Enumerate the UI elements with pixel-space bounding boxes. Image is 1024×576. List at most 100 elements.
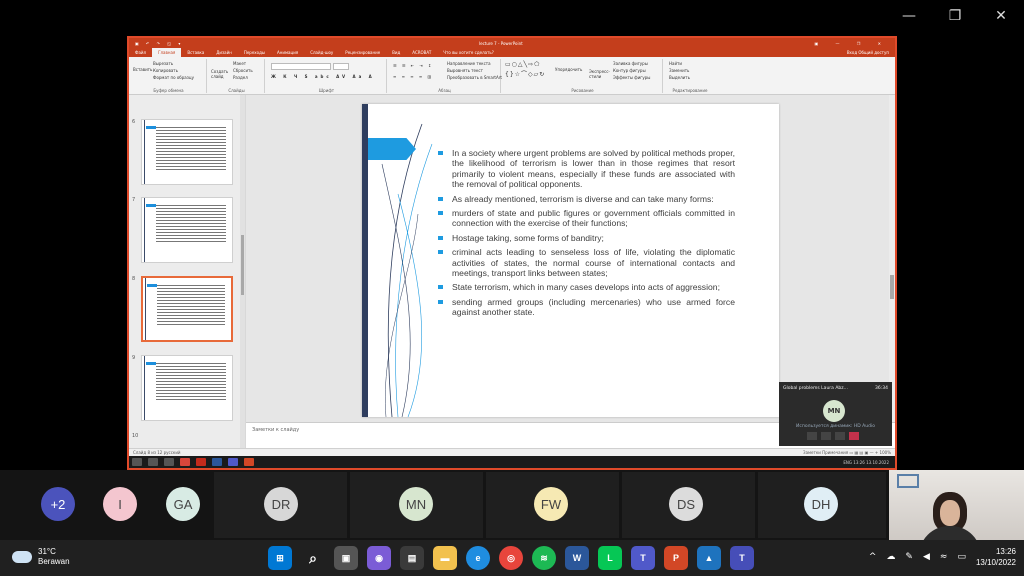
replace-button[interactable]: Заменить [669, 68, 689, 73]
teams-chat-icon[interactable]: ◉ [367, 546, 391, 570]
participant-avatar[interactable]: GA [166, 487, 200, 521]
bullet-item: sending armed groups (including mercenar… [436, 297, 735, 318]
weather-widget[interactable]: 31°C Berawan [12, 547, 70, 567]
tab-acrobat[interactable]: ACROBAT [406, 48, 437, 57]
shape-outline-button[interactable]: Контур фигуры [613, 68, 646, 73]
smartart-button[interactable]: Преобразовать в SmartArt [447, 75, 502, 80]
chrome-icon[interactable]: ◎ [499, 546, 523, 570]
participant-avatar[interactable]: MN [399, 487, 433, 521]
share-icon[interactable] [835, 432, 845, 440]
participant-avatar[interactable]: FW [534, 487, 568, 521]
shapes-gallery-row2[interactable]: {}☆⌒◇▱↻ [505, 69, 545, 78]
wifi-icon[interactable]: ≈ [940, 552, 948, 562]
spotify-icon[interactable]: ≋ [532, 546, 556, 570]
participant-avatar[interactable]: I [103, 487, 137, 521]
avatar: MN [823, 400, 845, 422]
photos-icon[interactable]: ▲ [697, 546, 721, 570]
chevron-up-icon[interactable]: ^ [869, 552, 877, 562]
format-painter-button[interactable]: Формат по образцу [153, 75, 194, 80]
word-icon[interactable]: W [565, 546, 589, 570]
slide-thumbnail-8-active[interactable] [141, 276, 233, 342]
teams-icon[interactable]: T [631, 546, 655, 570]
teams-active-icon[interactable]: T [730, 546, 754, 570]
section-button[interactable]: Раздел [233, 75, 248, 80]
account-share[interactable]: Вход Общий доступ [841, 48, 895, 57]
find-button[interactable]: Найти [669, 61, 682, 66]
tab-insert[interactable]: Вставка [181, 48, 210, 57]
hang-up-icon[interactable] [849, 432, 859, 440]
search-icon[interactable]: ⌕ [301, 546, 325, 570]
list-buttons[interactable]: ☰ ☰ ⇤ ⇥ ↕ [393, 63, 433, 68]
shared-search-icon [148, 458, 158, 466]
mic-icon[interactable] [821, 432, 831, 440]
select-button[interactable]: Выделить [669, 75, 690, 80]
participant-avatar[interactable]: DH [804, 487, 838, 521]
quick-styles-button[interactable]: Экспресс-стили [589, 69, 611, 79]
wall-picture [897, 474, 919, 488]
font-name-box[interactable] [271, 63, 331, 70]
windows-icon[interactable]: ⊞ [268, 546, 292, 570]
camera-icon[interactable] [807, 432, 817, 440]
tab-animations[interactable]: Анимация [271, 48, 304, 57]
slide-thumbnail-7[interactable] [141, 197, 233, 263]
shapes-gallery[interactable]: ▭○△╲⇨⬠ [505, 61, 540, 68]
tab-file[interactable]: Файл [129, 48, 152, 57]
battery-icon[interactable]: ▭ [957, 552, 966, 562]
participant-avatar[interactable]: DS [669, 487, 703, 521]
clock[interactable]: 13:26 13/10/2022 [976, 546, 1016, 568]
tab-transitions[interactable]: Переходы [238, 48, 271, 57]
editing-group: Найти Заменить Выделить Редактирование [665, 59, 715, 93]
cut-button[interactable]: Вырезать [153, 61, 173, 66]
copy-button[interactable]: Копировать [153, 68, 178, 73]
audio-device-label: Используется динамик: HD Audio [796, 424, 875, 429]
restore-button[interactable]: ❐ [932, 8, 978, 28]
ppt-window-controls[interactable]: ▣ — ❐ ✕ [814, 41, 889, 46]
window-controls: — ❐ ✕ [886, 8, 1024, 28]
align-buttons[interactable]: ≡ ≡ ≡ ≡ ▥ [393, 74, 433, 79]
pen-icon[interactable]: ✎ [905, 552, 913, 562]
thumbnail-scrollbar[interactable] [240, 95, 245, 448]
view-zoom-controls[interactable]: Заметки Примечания ▭ ▦ ▤ ▣ — + 100% [803, 450, 891, 455]
minimize-button[interactable]: — [886, 8, 932, 28]
tell-me-search[interactable]: Что вы хотите сделать? [437, 48, 500, 57]
paragraph-group-label: Абзац [438, 88, 451, 93]
powerpoint-icon[interactable]: P [664, 546, 688, 570]
close-button[interactable]: ✕ [978, 8, 1024, 28]
bullet-item: criminal acts leading to senseless loss … [436, 247, 735, 278]
speaker-icon[interactable]: ◀ [923, 552, 930, 562]
slide-thumbnail-6[interactable] [141, 119, 233, 185]
new-slide-button[interactable]: Создать слайд [211, 69, 229, 79]
weather-desc: Berawan [38, 557, 70, 566]
participant-avatar[interactable]: DR [264, 487, 298, 521]
more-participants-avatar[interactable]: +2 [41, 487, 75, 521]
slide-thumbnail-9[interactable] [141, 355, 233, 421]
tab-review[interactable]: Рецензирование [339, 48, 386, 57]
tab-slideshow[interactable]: Слайд-шоу [304, 48, 339, 57]
folder-icon[interactable]: ▬ [433, 546, 457, 570]
onedrive-icon[interactable]: ☁ [886, 552, 895, 562]
current-slide[interactable]: In a society where urgent problems are s… [362, 104, 779, 417]
tab-home[interactable]: Главная [152, 48, 182, 57]
align-text-button[interactable]: Выровнять текст [447, 68, 483, 73]
text-direction-button[interactable]: Направление текста [447, 61, 491, 66]
slide-scrollbar[interactable] [889, 95, 895, 422]
slide-bullet-list[interactable]: In a society where urgent problems are s… [436, 148, 735, 322]
shape-fill-button[interactable]: Заливка фигуры [613, 61, 648, 66]
file-explorer-icon[interactable]: ▤ [400, 546, 424, 570]
reset-button[interactable]: Сбросить [233, 68, 253, 73]
self-video-preview[interactable] [889, 470, 1024, 540]
font-format-buttons[interactable]: Ж К Ч S abc AV Aa A [271, 74, 375, 79]
arrange-button[interactable]: Упорядочить [555, 67, 582, 72]
layout-button[interactable]: Макет [233, 61, 246, 66]
font-size-box[interactable] [333, 63, 349, 70]
tab-design[interactable]: Дизайн [210, 48, 238, 57]
task-view-icon[interactable]: ▣ [334, 546, 358, 570]
quick-access-toolbar[interactable]: ▣ ↶ ↷ ◱ ▾ [135, 41, 183, 46]
edge-icon[interactable]: e [466, 546, 490, 570]
floating-call-window[interactable]: Global problems Laura Abz... 36:34 MN Ис… [779, 382, 892, 446]
tab-view[interactable]: Вид [386, 48, 406, 57]
line-icon[interactable]: L [598, 546, 622, 570]
shape-effects-button[interactable]: Эффекты фигуры [613, 75, 650, 80]
font-group-label: Шрифт [318, 88, 335, 93]
paste-button[interactable]: Вставить [133, 67, 152, 72]
